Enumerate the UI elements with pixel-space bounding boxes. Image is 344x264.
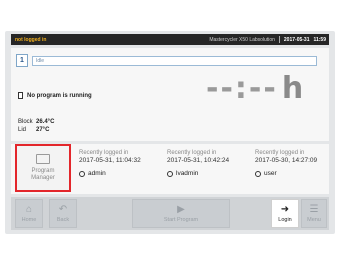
temperatures: Block 26.4°C Lid 27°C <box>18 118 54 134</box>
recent-user-name: lvadmin <box>176 170 199 177</box>
program-manager-button[interactable]: Program Manager <box>15 144 71 192</box>
navigation-bar: ⌂ Home ↶ Back ▶ Start Program ➜ Login ☰ … <box>11 197 329 230</box>
remaining-time-unit: h <box>281 71 306 106</box>
remaining-time: --:-- h <box>206 74 305 104</box>
back-button[interactable]: ↶ Back <box>49 199 77 228</box>
start-program-button[interactable]: ▶ Start Program <box>132 199 230 228</box>
program-status: No program is running <box>18 92 92 99</box>
menu-button[interactable]: ☰ Menu <box>301 199 327 228</box>
login-button[interactable]: ➜ Login <box>271 199 299 228</box>
block-temp-label: Block <box>18 119 33 125</box>
recent-user-title: Recently logged in <box>167 150 217 156</box>
recent-user-user[interactable]: Recently logged in 2017-05-30, 14:27:09 … <box>255 150 337 177</box>
status-divider <box>278 36 280 43</box>
lid-temp-label: Lid <box>18 127 27 133</box>
program-manager-label-2: Manager <box>31 175 55 181</box>
block-number[interactable]: 1 <box>16 54 28 67</box>
home-label: Home <box>21 216 37 223</box>
program-status-text: No program is running <box>27 92 92 99</box>
status-date: 2017-05-31 <box>283 36 310 43</box>
house-icon: ⌂ <box>25 203 33 215</box>
users-panel: Program Manager Recently logged in 2017-… <box>11 144 329 194</box>
device-screen: not logged in Mastercycler X50 Labsoluti… <box>5 31 335 234</box>
home-button[interactable]: ⌂ Home <box>15 199 43 228</box>
block-id-field[interactable]: Idle <box>32 55 317 66</box>
hamburger-menu-icon: ☰ <box>309 203 319 215</box>
program-manager-icon <box>36 154 50 164</box>
recent-user-datetime: 2017-05-31, 11:04:32 <box>79 157 141 164</box>
return-arrow-icon: ↶ <box>58 203 68 215</box>
back-label: Back <box>56 216 70 223</box>
recent-user-admin[interactable]: Recently logged in 2017-05-31, 11:04:32 … <box>79 150 161 177</box>
user-icon <box>167 170 173 177</box>
recent-user-title: Recently logged in <box>255 150 305 156</box>
program-manager-label-1: Program <box>31 168 55 174</box>
remaining-time-value: --:-- <box>206 71 278 106</box>
login-status: not logged in <box>15 36 47 43</box>
recent-user-datetime: 2017-05-30, 14:27:09 <box>255 157 318 164</box>
play-icon: ▶ <box>177 203 185 215</box>
lid-temp-value: 27°C <box>36 127 50 133</box>
recent-user-name: admin <box>88 170 106 177</box>
menu-label: Menu <box>307 216 321 223</box>
recent-user-lvadmin[interactable]: Recently logged in 2017-05-31, 10:42:24 … <box>167 150 249 177</box>
login-label: Login <box>278 216 292 223</box>
recent-user-name: user <box>264 170 277 177</box>
status-time: 11:59 <box>313 36 326 43</box>
device-model: Mastercycler X50 Labsolution <box>209 36 275 43</box>
status-bar: not logged in Mastercycler X50 Labsoluti… <box>11 34 329 45</box>
login-icon: ➜ <box>280 203 290 215</box>
document-icon <box>18 92 23 99</box>
user-icon <box>79 170 85 177</box>
start-program-label: Start Program <box>163 216 199 223</box>
block-temp-value: 26.4°C <box>36 119 55 125</box>
user-icon <box>255 170 261 177</box>
recent-user-title: Recently logged in <box>79 150 129 156</box>
recent-user-datetime: 2017-05-31, 10:42:24 <box>167 157 230 164</box>
block-panel[interactable]: 1 Idle No program is running --:-- h Bloc… <box>11 48 329 141</box>
